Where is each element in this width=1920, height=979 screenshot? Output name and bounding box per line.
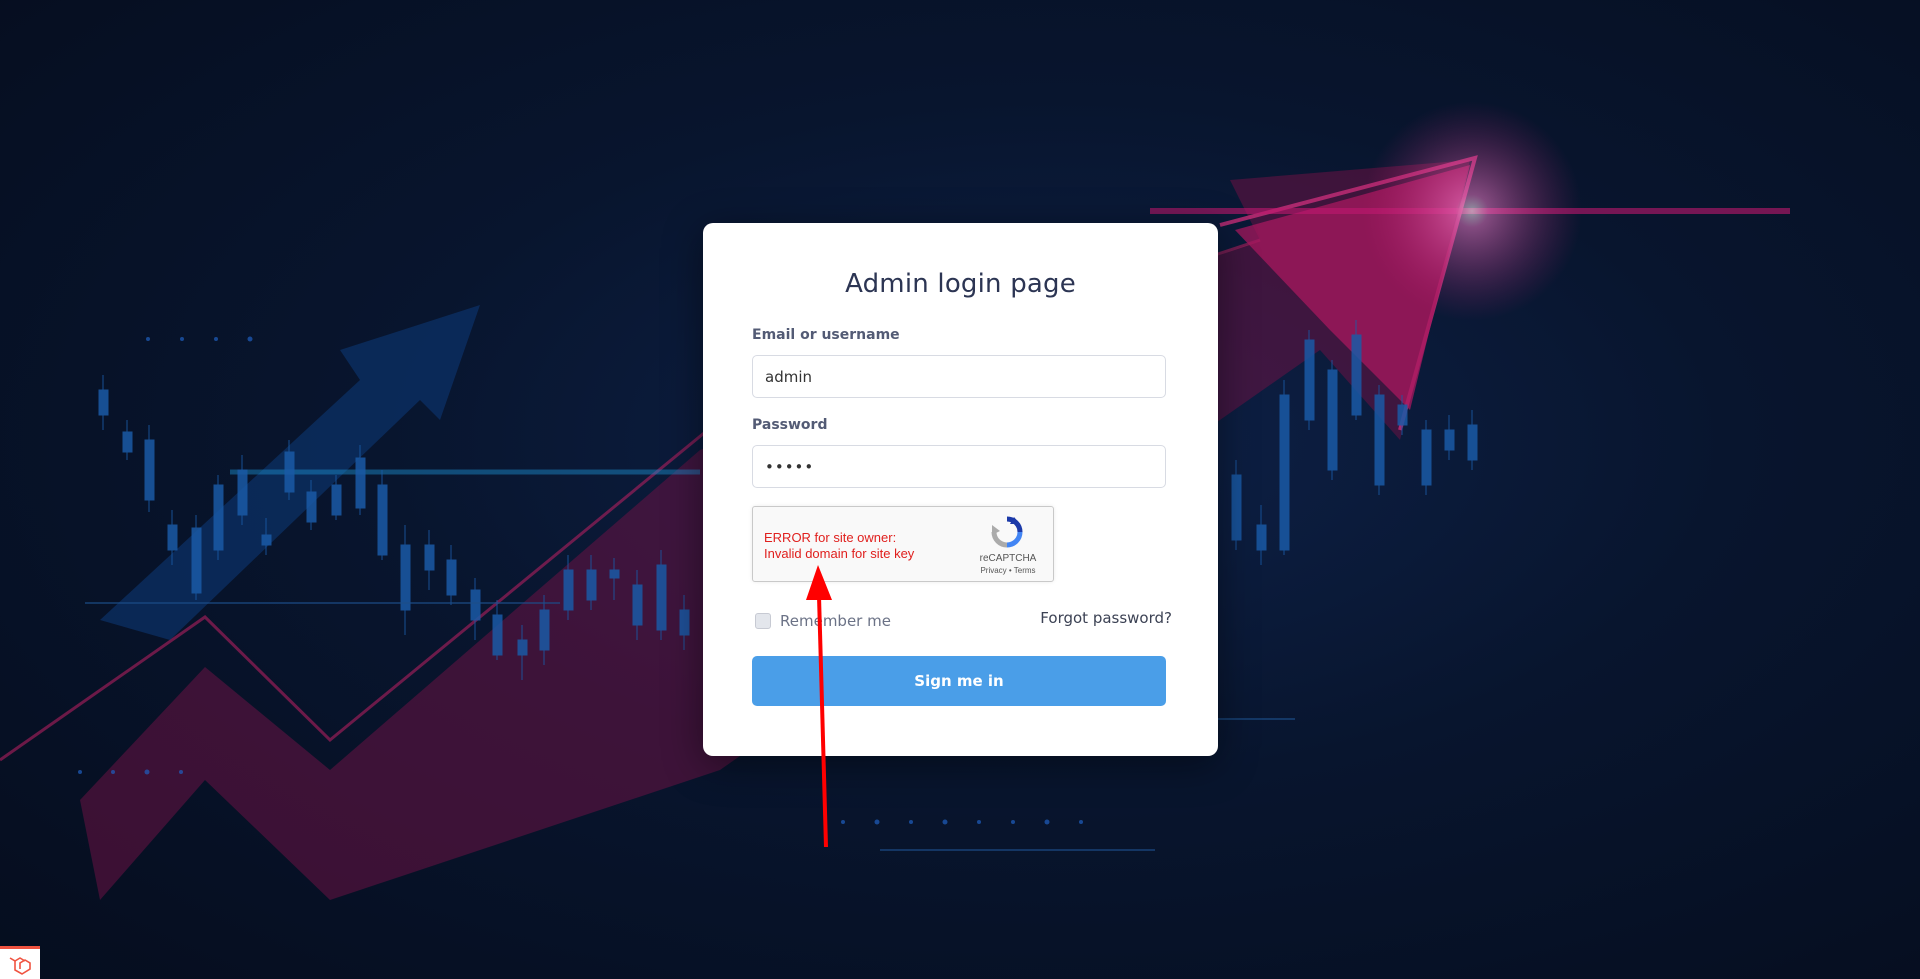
remember-me-checkbox[interactable] (755, 613, 771, 629)
recaptcha-error-line1: ERROR for site owner: (764, 530, 897, 545)
forgot-password-link[interactable]: Forgot password? (1040, 609, 1172, 627)
laravel-logo-icon[interactable] (0, 946, 40, 979)
recaptcha-error-line2: Invalid domain for site key (764, 546, 915, 561)
sign-in-button[interactable]: Sign me in (752, 656, 1166, 706)
username-input[interactable] (752, 355, 1166, 398)
recaptcha-links[interactable]: Privacy • Terms (975, 566, 1041, 575)
laravel-mark-icon (9, 957, 31, 975)
recaptcha-logo-icon (991, 516, 1023, 548)
recaptcha-widget[interactable]: ERROR for site owner: Invalid domain for… (752, 506, 1054, 582)
password-label: Password (752, 417, 828, 433)
login-card: Admin login page Email or username Passw… (703, 223, 1218, 756)
recaptcha-brand: reCAPTCHA (979, 553, 1037, 564)
password-input[interactable] (752, 445, 1166, 488)
page-title: Admin login page (845, 269, 1076, 299)
remember-me-label[interactable]: Remember me (780, 612, 891, 630)
username-label: Email or username (752, 327, 900, 343)
recaptcha-error: ERROR for site owner: Invalid domain for… (764, 530, 914, 562)
